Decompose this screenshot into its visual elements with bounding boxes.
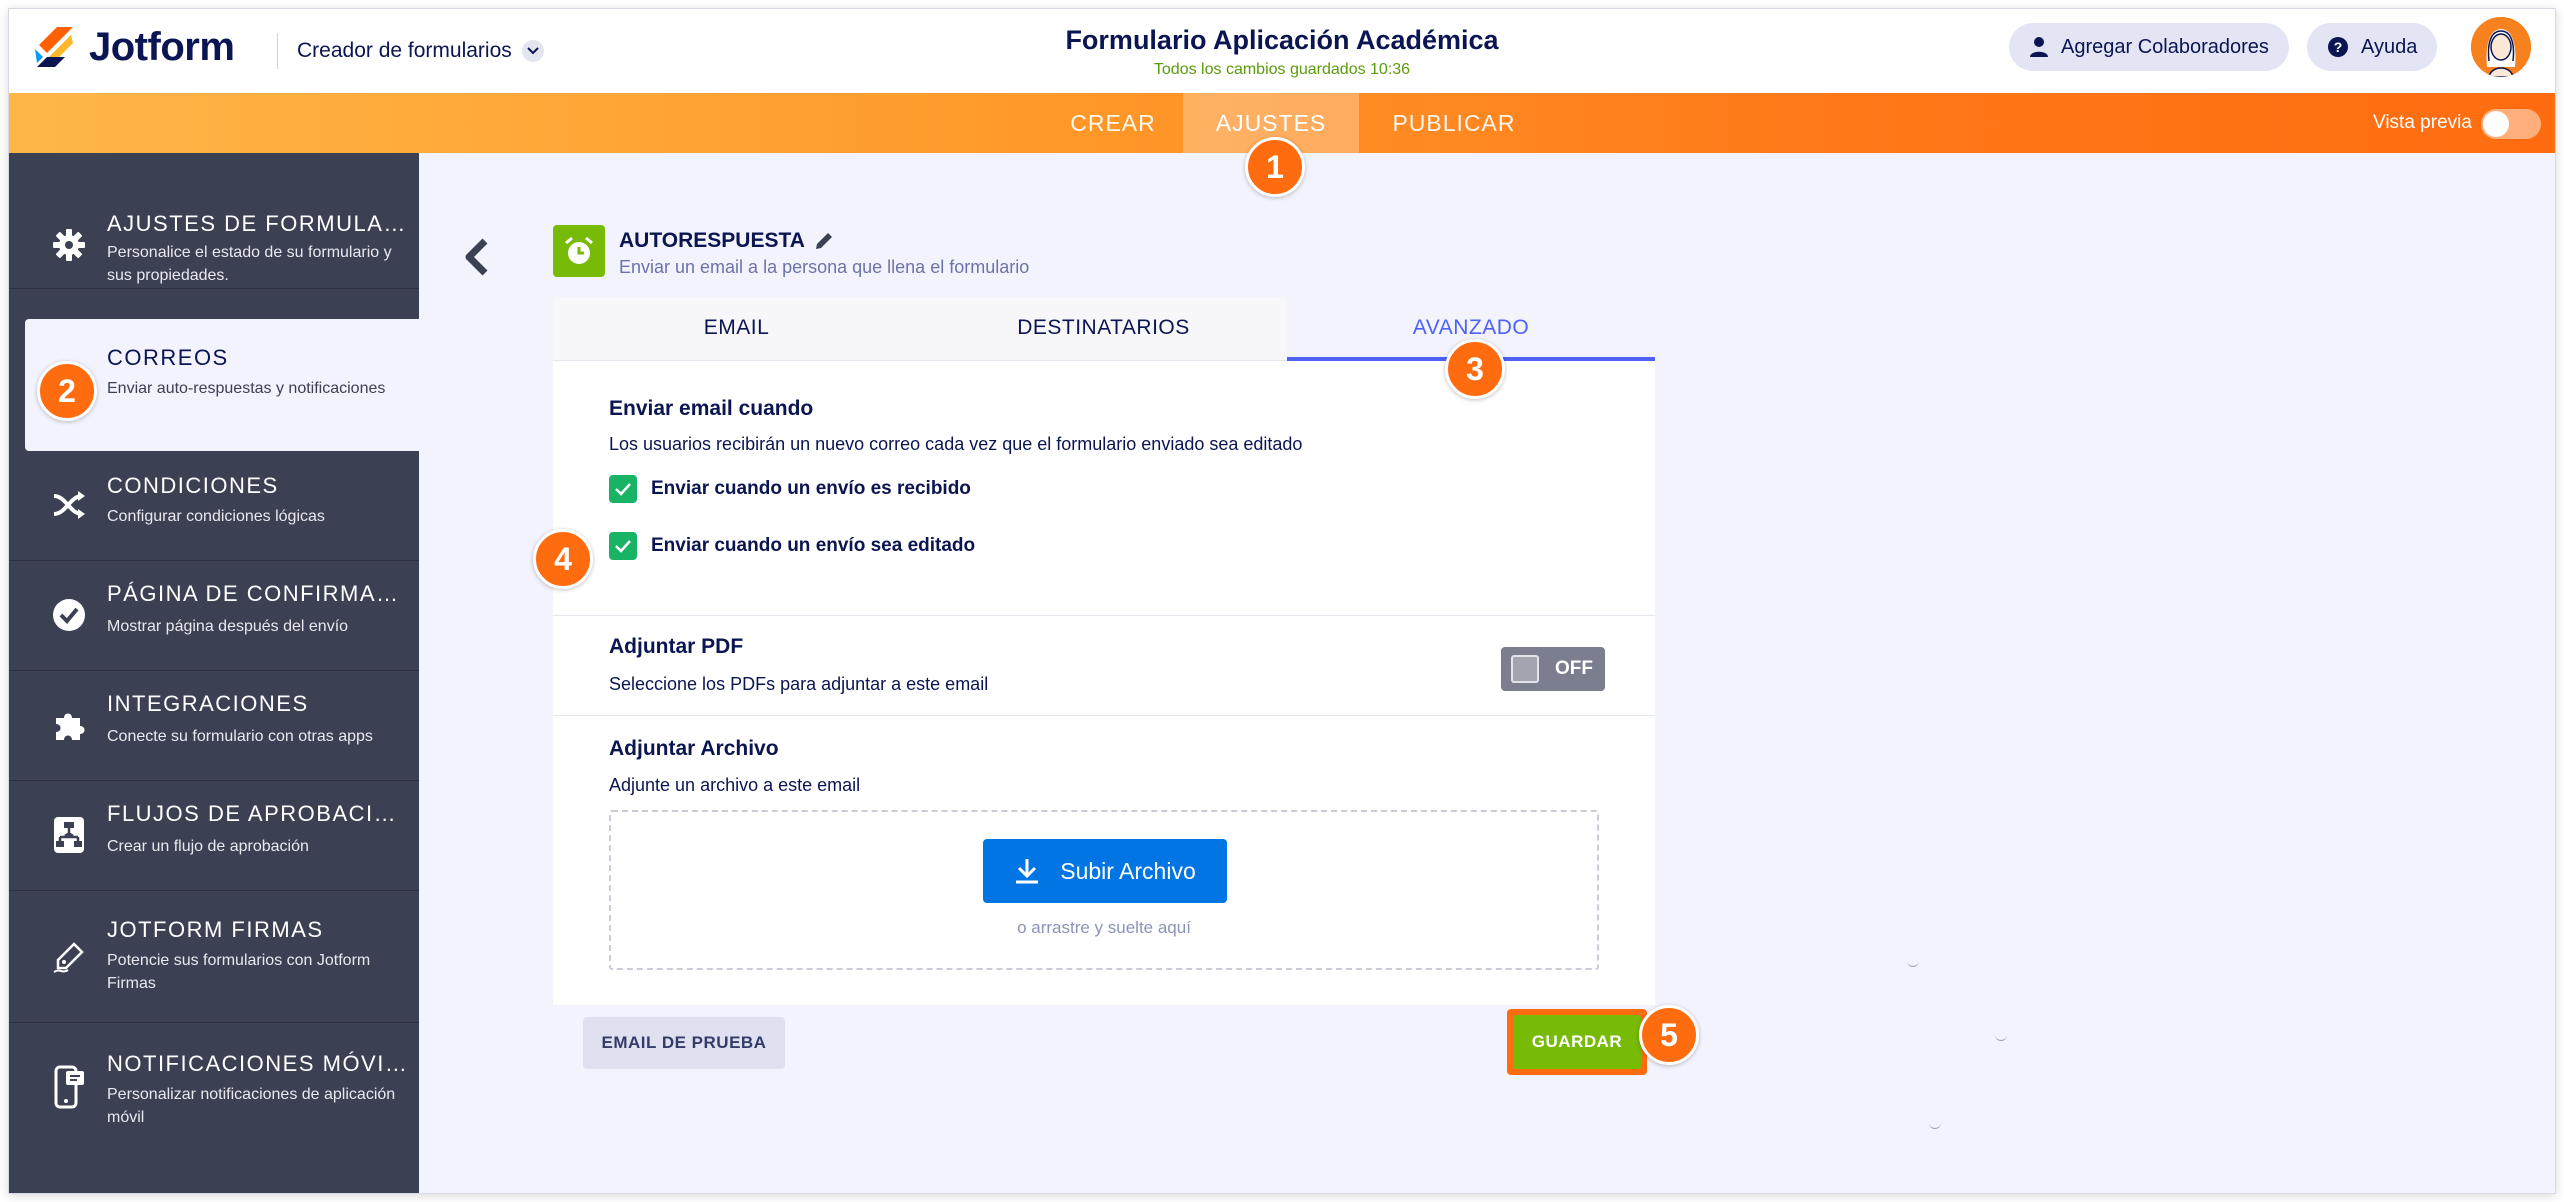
sidebar-item-title: INTEGRACIONES [107, 691, 309, 716]
preview-label: Vista previa [2373, 112, 2472, 133]
step-badge-4: 4 [533, 529, 593, 589]
add-collaborators-button[interactable]: Agregar Colaboradores [2009, 23, 2289, 71]
email-settings-card: EMAIL DESTINATARIOS AVANZADO Enviar emai… [553, 297, 1655, 1005]
step-badge-5: 5 [1639, 1005, 1699, 1065]
settings-sidebar: AJUSTES DE FORMULARIO Personalice el est… [9, 153, 419, 1193]
sidebar-item-desc: Personalice el estado de su formulario y… [107, 244, 392, 284]
avatar[interactable] [2471, 17, 2531, 77]
sidebar-item-desc: Crear un flujo de aprobación [107, 838, 309, 855]
test-email-button[interactable]: EMAIL DE PRUEBA [583, 1017, 785, 1069]
checkbox-on-edited[interactable] [609, 532, 637, 560]
user-icon [2030, 37, 2048, 57]
gear-icon [49, 225, 89, 265]
sidebar-item-form-settings[interactable]: AJUSTES DE FORMULARIO Personalice el est… [9, 153, 419, 289]
sidebar-item-thank-you-page[interactable]: PÁGINA DE CONFIRMACIÓN Mostrar página de… [9, 561, 419, 671]
pen-icon [49, 937, 89, 977]
divider [277, 33, 278, 69]
sidebar-item-desc: Conecte su formulario con otras apps [107, 728, 373, 745]
save-button[interactable]: GUARDAR [1513, 1015, 1641, 1069]
shuffle-icon [49, 485, 89, 525]
sidebar-item-title: CORREOS [107, 345, 229, 370]
check-icon [615, 483, 631, 496]
chevron-down-icon [521, 40, 544, 62]
option-on-received-label[interactable]: Enviar cuando un envío es recibido [651, 478, 971, 500]
upload-file-button[interactable]: Subir Archivo [983, 839, 1227, 903]
sidebar-item-title: NOTIFICACIONES MÓVILES [107, 1051, 407, 1076]
autoresponse-title: AUTORESPUESTA [619, 229, 833, 253]
file-dropzone[interactable]: Subir Archivo o arrastre y suelte aquí [609, 810, 1599, 970]
decorative-mark [1907, 961, 1919, 967]
builder-dropdown[interactable]: Creador de formularios [297, 39, 544, 63]
toggle-knob [2483, 111, 2509, 137]
divider [553, 615, 1655, 616]
sidebar-item-mobile-notifications[interactable]: NOTIFICACIONES MÓVILES Personalizar noti… [9, 1023, 419, 1159]
add-collaborators-label: Agregar Colaboradores [2061, 35, 2269, 58]
tab-recipients[interactable]: DESTINATARIOS [920, 297, 1287, 361]
top-bar: Jotform Creador de formularios Formulari… [9, 9, 2555, 93]
decorative-mark [1929, 1123, 1941, 1129]
builder-label: Creador de formularios [297, 39, 512, 62]
toggle-handle [1511, 655, 1539, 683]
help-label: Ayuda [2361, 35, 2418, 58]
attach-pdf-title: Adjuntar PDF [609, 635, 744, 658]
mobile-phone-icon [49, 1065, 89, 1109]
sidebar-item-title: PÁGINA DE CONFIRMACIÓN [107, 581, 407, 606]
app-window: Jotform Creador de formularios Formulari… [8, 8, 2556, 1194]
sidebar-item-desc: Potencie sus formularios con Jotform Fir… [107, 952, 371, 992]
save-button-highlight: GUARDAR [1507, 1009, 1647, 1075]
sidebar-item-approval-flows[interactable]: FLUJOS DE APROBACIÓN Crear un flujo de a… [9, 781, 419, 891]
attach-pdf-desc: Seleccione los PDFs para adjuntar a este… [609, 674, 989, 694]
sidebar-item-desc: Personalizar notificaciones de aplicació… [107, 1086, 396, 1126]
send-when-title: Enviar email cuando [609, 397, 814, 420]
divider [553, 715, 1655, 716]
approval-flow-icon [49, 815, 89, 855]
autoresponse-subtitle: Enviar un email a la persona que llena e… [619, 257, 1030, 277]
step-badge-3: 3 [1445, 339, 1505, 399]
tab-create[interactable]: CREAR [1043, 93, 1183, 153]
check-icon [615, 540, 631, 553]
puzzle-icon [49, 705, 89, 745]
send-when-desc: Los usuarios recibirán un nuevo correo c… [609, 434, 1303, 454]
sidebar-item-conditions[interactable]: CONDICIONES Configurar condiciones lógic… [9, 451, 419, 561]
sidebar-item-desc: Mostrar página después del envío [107, 618, 349, 635]
option-on-edited-label[interactable]: Enviar cuando un envío sea editado [651, 535, 975, 557]
sidebar-item-integrations[interactable]: INTEGRACIONES Conecte su formulario con … [9, 671, 419, 781]
sidebar-item-title: CONDICIONES [107, 473, 279, 498]
preview-toggle[interactable] [2481, 109, 2541, 139]
tab-publish[interactable]: PUBLICAR [1359, 93, 1549, 153]
toggle-state-label: OFF [1555, 658, 1593, 679]
sidebar-item-jotform-sign[interactable]: JOTFORM FIRMAS Potencie sus formularios … [9, 891, 419, 1023]
jotform-logo-icon[interactable] [29, 23, 79, 73]
sidebar-item-title: JOTFORM FIRMAS [107, 917, 324, 942]
help-button[interactable]: ? Ayuda [2307, 23, 2438, 71]
decorative-mark [1995, 1035, 2007, 1041]
sidebar-item-desc: Configurar condiciones lógicas [107, 508, 325, 525]
sidebar-item-title: AJUSTES DE FORMULARIO [107, 211, 407, 236]
tab-email[interactable]: EMAIL [553, 297, 920, 361]
upload-file-label: Subir Archivo [1060, 857, 1196, 884]
download-icon [1016, 859, 1039, 884]
alarm-clock-icon [553, 225, 605, 277]
attach-file-desc: Adjunte un archivo a este email [609, 775, 861, 795]
step-badge-2: 2 [37, 361, 97, 421]
main-content: AUTORESPUESTA Enviar un email a la perso… [419, 153, 2555, 1193]
brand-name[interactable]: Jotform [89, 25, 235, 70]
pencil-icon[interactable] [815, 232, 833, 250]
step-badge-1: 1 [1245, 137, 1305, 197]
chevron-left-icon[interactable] [459, 237, 495, 277]
attach-file-title: Adjuntar Archivo [609, 737, 779, 760]
drop-hint: o arrastre y suelte aquí [1017, 918, 1191, 937]
sidebar-item-desc: Enviar auto-respuestas y notificaciones [107, 380, 386, 397]
autoresponse-title-text: AUTORESPUESTA [619, 229, 805, 252]
question-icon: ? [2328, 37, 2348, 57]
sidebar-item-title: FLUJOS DE APROBACIÓN [107, 801, 407, 826]
checkbox-on-received[interactable] [609, 475, 637, 503]
attach-pdf-toggle[interactable]: OFF [1501, 647, 1605, 691]
check-circle-icon [49, 595, 89, 635]
svg-text:?: ? [2334, 39, 2343, 55]
